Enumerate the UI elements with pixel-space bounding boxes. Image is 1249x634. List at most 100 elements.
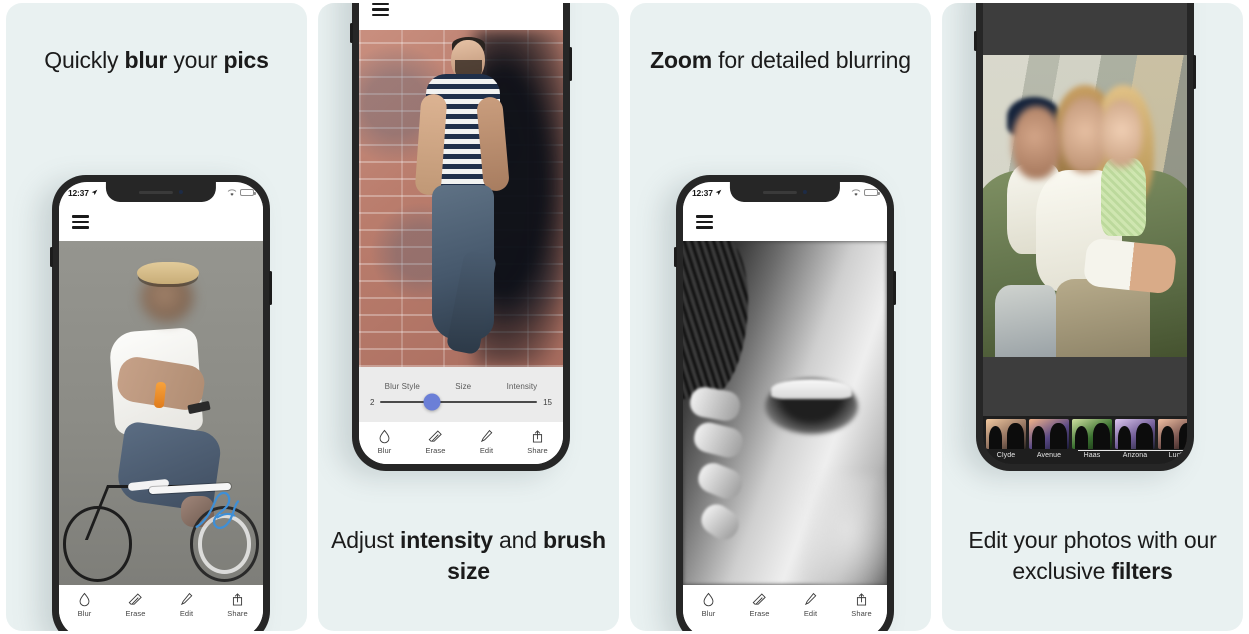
status-left: 12:37 (68, 188, 98, 198)
editor-toolbar-2: Blur Erase Edit Share (359, 422, 563, 464)
effects-preview-stage[interactable] (983, 3, 1187, 416)
finger (691, 419, 746, 461)
tool-blur[interactable]: Blur (683, 592, 734, 618)
tool-label: Erase (749, 609, 770, 618)
caption-bold-1: intensity (400, 526, 493, 553)
slider-thumb[interactable] (423, 393, 441, 411)
filter-thumbnail (1029, 419, 1069, 449)
blurred-face-father (1011, 106, 1061, 179)
earpiece-speaker (139, 190, 173, 194)
front-camera-icon (179, 190, 183, 194)
app-bar-2 (359, 3, 563, 30)
panel-2-caption: Adjust intensity and brush size (318, 525, 619, 587)
panel-zoom-detail: Zoom for detailed blurring 12:37 Blur Er… (630, 3, 931, 631)
droplet-icon (79, 592, 90, 607)
share-icon (232, 593, 243, 606)
slider-track[interactable] (380, 393, 538, 411)
eraser-icon (752, 593, 766, 605)
photo-canvas-man-wall[interactable] (359, 30, 563, 367)
tool-share[interactable]: Share (212, 592, 263, 618)
location-arrow-icon (715, 189, 722, 196)
bicycle-wheel-rear (63, 506, 133, 582)
photo-canvas-zoomed-face[interactable] (683, 241, 887, 585)
droplet-icon (703, 592, 714, 607)
tool-label: Share (227, 609, 248, 618)
filter-item[interactable]: Clyde (986, 419, 1026, 459)
caption-text-1: Adjust (331, 526, 401, 553)
status-left: 12:37 (692, 188, 722, 198)
pencil-icon (480, 429, 493, 443)
phone-device-3: 12:37 Blur Erase Edit Share (674, 175, 896, 631)
phone-screen-1: 12:37 Blur Erase Edit Share (59, 182, 263, 631)
phone-device-2: Blur Style Size Intensity 2 15 Blur Eras… (350, 3, 572, 471)
tool-blur[interactable]: Blur (59, 592, 110, 618)
editor-toolbar-1: Blur Erase Edit Share (59, 585, 263, 627)
hamburger-menu-icon[interactable] (696, 215, 713, 229)
caption-text-2: your (167, 47, 224, 73)
hamburger-menu-icon[interactable] (72, 215, 89, 229)
photo-canvas-cyclist[interactable] (59, 241, 263, 585)
filter-item[interactable]: Arizona (1115, 419, 1155, 459)
tool-share[interactable]: Share (512, 429, 563, 455)
photo-canvas-family[interactable] (983, 54, 1187, 358)
caption-bold-1: blur (124, 47, 168, 73)
eraser-icon (128, 593, 142, 605)
panel-quick-blur: Quickly blur your pics 12:37 Blur Erase … (6, 3, 307, 631)
tool-label: Erase (125, 609, 146, 618)
tool-blur[interactable]: Blur (359, 429, 410, 455)
tab-size[interactable]: Size (455, 382, 471, 391)
blur-settings-panel: Blur Style Size Intensity 2 15 (359, 367, 563, 422)
share-icon (856, 593, 867, 606)
filter-thumbnail (1115, 419, 1155, 449)
phone-screen-3: 12:37 Blur Erase Edit Share (683, 182, 887, 631)
hugging-arm (1082, 237, 1178, 296)
tool-erase[interactable]: Erase (410, 429, 461, 455)
pencil-icon (180, 592, 193, 606)
caption-bold-1: filters (1111, 557, 1173, 584)
tool-label: Share (851, 609, 872, 618)
tool-erase[interactable]: Erase (734, 592, 785, 618)
app-bar-3 (683, 203, 887, 241)
panel-4-caption: Edit your photos with our exclusive filt… (942, 525, 1243, 587)
tool-edit[interactable]: Edit (461, 429, 512, 455)
filter-label: Haas (1083, 452, 1101, 459)
tool-erase[interactable]: Erase (110, 592, 161, 618)
tool-label: Share (527, 446, 548, 455)
tab-blur-style[interactable]: Blur Style (385, 382, 420, 391)
tool-label: Erase (425, 446, 446, 455)
blurred-face-child (1101, 100, 1143, 167)
filter-label: Clyde (996, 452, 1016, 459)
wifi-icon (227, 188, 237, 196)
phone-notch (105, 182, 217, 202)
teeth-highlight (770, 378, 853, 400)
filter-thumbnail (986, 419, 1026, 449)
app-bar-1 (59, 203, 263, 241)
filter-label: Avenue (1036, 452, 1062, 459)
caption-bold-1: Zoom (650, 47, 712, 73)
filter-item[interactable]: Haas (1072, 419, 1112, 459)
tool-edit[interactable]: Edit (161, 592, 212, 618)
phone-notch (729, 182, 841, 202)
tool-edit[interactable]: Edit (785, 592, 836, 618)
caption-bold-2: pics (223, 47, 269, 73)
home-indicator (683, 627, 887, 631)
filter-item[interactable]: Avenue (1029, 419, 1069, 459)
caption-text-1: Quickly (44, 47, 125, 73)
pencil-icon (804, 592, 817, 606)
filter-item[interactable]: Lucky (1158, 419, 1187, 459)
filter-carousel[interactable]: Clyde Avenue Haas Arizona Lucky (983, 416, 1187, 464)
status-right (851, 188, 880, 197)
child-dress (1101, 157, 1147, 237)
tab-intensity[interactable]: Intensity (507, 382, 538, 391)
hamburger-menu-icon[interactable] (372, 3, 389, 16)
droplet-icon (379, 429, 390, 444)
intensity-slider-row: 2 15 (361, 393, 561, 413)
eraser-icon (428, 430, 442, 442)
finger (695, 499, 745, 546)
caption-text-1: Edit your photos with our exclusive (968, 526, 1217, 584)
tool-share[interactable]: Share (836, 592, 887, 618)
blur-settings-tabs: Blur Style Size Intensity (361, 377, 561, 394)
tool-label: Edit (179, 609, 194, 618)
caption-text-2: for detailed blurring (711, 47, 911, 73)
screenshot-gallery: Quickly blur your pics 12:37 Blur Erase … (0, 0, 1249, 634)
